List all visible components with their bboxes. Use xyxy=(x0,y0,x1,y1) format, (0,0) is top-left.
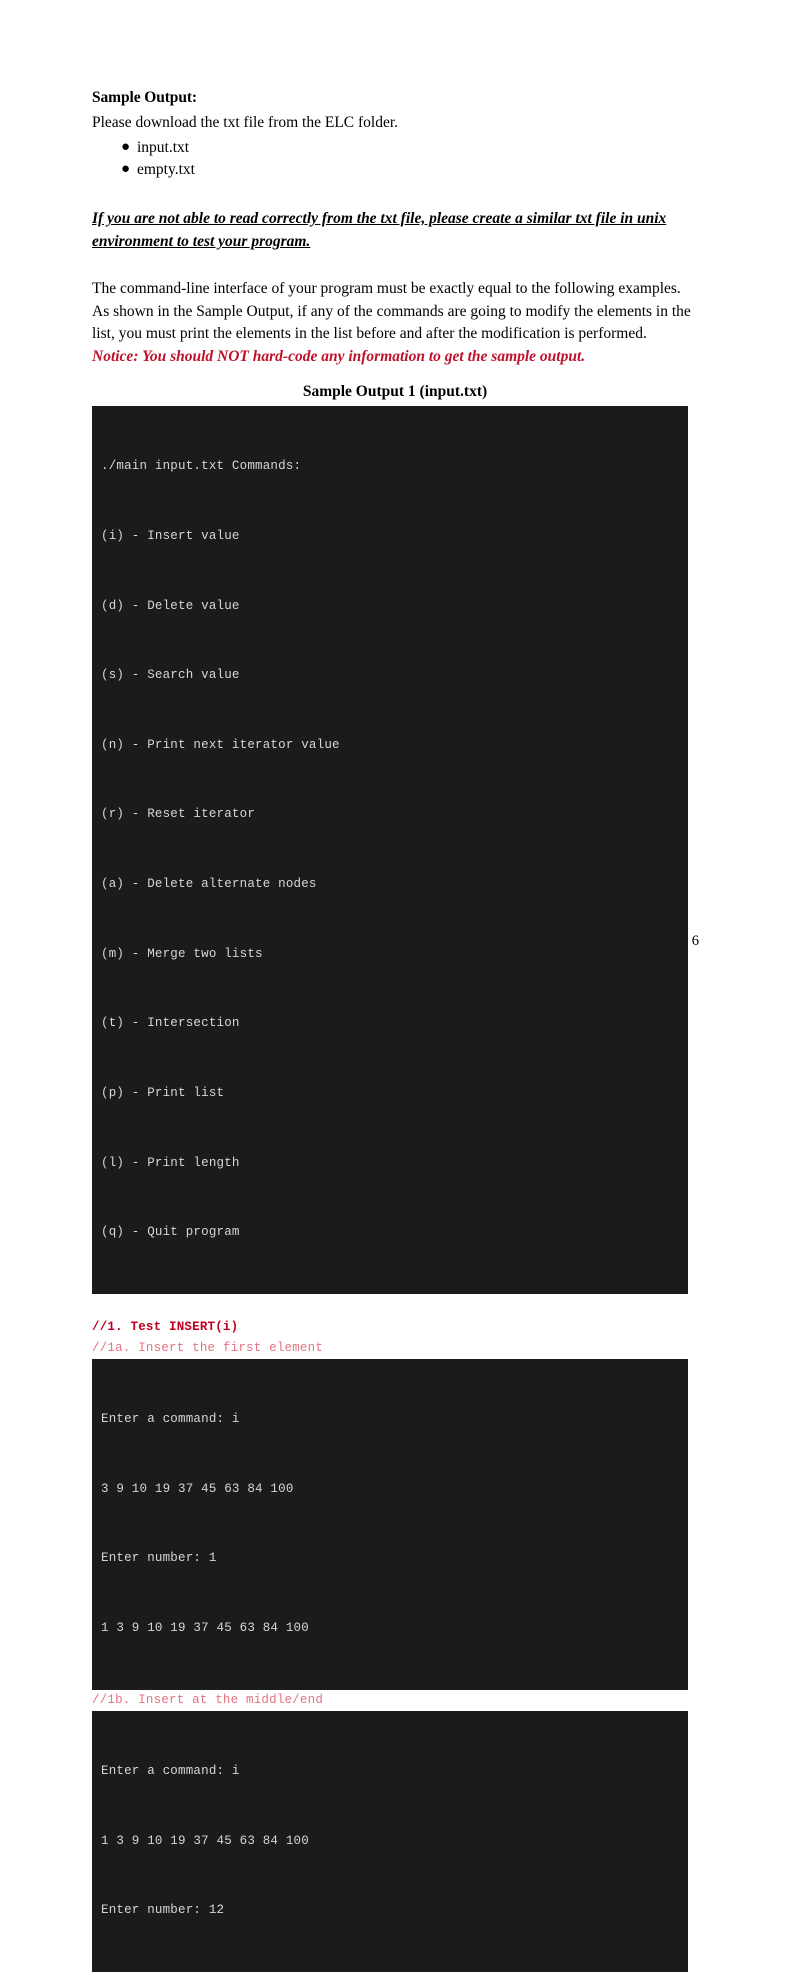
list-item: ● input.txt xyxy=(92,137,698,159)
comment-insert-middle-end: //1b. Insert at the middle/end xyxy=(92,1689,698,1711)
terminal-menu-block: ./main input.txt Commands: (i) - Insert … xyxy=(92,406,688,1294)
terminal-line: (l) - Print length xyxy=(101,1155,240,1170)
instruction-paragraph: The command-line interface of your progr… xyxy=(92,278,698,368)
terminal-line: (r) - Reset iterator xyxy=(101,807,256,822)
notice-underlined-text: If you are not able to read correctly fr… xyxy=(92,210,667,250)
terminal-line: Enter number: 12 xyxy=(101,1903,225,1918)
terminal-line: Enter a command: i xyxy=(101,1412,240,1427)
file-name: empty.txt xyxy=(137,161,195,178)
comment-insert-first: //1a. Insert the first element xyxy=(92,1337,698,1359)
terminal-line: 3 9 10 19 37 45 63 84 100 xyxy=(101,1481,294,1496)
terminal-line: ./main input.txt Commands: xyxy=(101,459,302,474)
bullet-icon: ● xyxy=(121,161,131,177)
test-section-1: //1. Test INSERT(i) //1a. Insert the fir… xyxy=(92,1313,698,1690)
terminal-line: Enter number: 1 xyxy=(101,1551,217,1566)
heading-sample-output: Sample Output: xyxy=(92,89,197,106)
terminal-line: (d) - Delete value xyxy=(101,598,240,613)
download-instruction: Please download the txt file from the EL… xyxy=(92,114,399,131)
paragraph-line: list, you must print the elements in the… xyxy=(92,325,647,342)
comment-test-insert: //1. Test INSERT(i) xyxy=(92,1313,698,1338)
test-section-2: //1b. Insert at the middle/end Enter a c… xyxy=(92,1689,698,1972)
bullet-icon: ● xyxy=(121,139,131,155)
file-name: input.txt xyxy=(137,139,190,156)
terminal-line: (s) - Search value xyxy=(101,668,240,683)
page-content: Sample Output: Please download the txt f… xyxy=(92,88,698,1972)
page-number: 6 xyxy=(691,933,699,949)
terminal-line: (a) - Delete alternate nodes xyxy=(101,877,317,892)
terminal-line: (p) - Print list xyxy=(101,1085,225,1100)
terminal-line: (n) - Print next iterator value xyxy=(101,737,340,752)
document-page: Sample Output: Please download the txt f… xyxy=(0,0,791,1972)
terminal-block-insert-middle: Enter a command: i 1 3 9 10 19 37 45 63 … xyxy=(92,1710,688,1972)
terminal-line: (q) - Quit program xyxy=(101,1225,240,1240)
list-item: ● empty.txt xyxy=(92,159,698,181)
terminal-line: 1 3 9 10 19 37 45 63 84 100 xyxy=(101,1620,309,1635)
terminal-line: 1 3 9 10 19 37 45 63 84 100 xyxy=(101,1833,309,1848)
paragraph-line: The command-line interface of your progr… xyxy=(92,280,681,297)
terminal-block-insert-first: Enter a command: i 3 9 10 19 37 45 63 84… xyxy=(92,1358,688,1690)
terminal-line: Enter a command: i xyxy=(101,1763,240,1778)
paragraph-line: As shown in the Sample Output, if any of… xyxy=(92,302,691,320)
notice-red-text: Notice: You should NOT hard-code any inf… xyxy=(92,347,586,365)
file-list: ● input.txt ● empty.txt xyxy=(92,137,698,181)
sample-output-title: Sample Output 1 (input.txt) xyxy=(302,383,488,400)
terminal-line: (i) - Insert value xyxy=(101,529,240,544)
